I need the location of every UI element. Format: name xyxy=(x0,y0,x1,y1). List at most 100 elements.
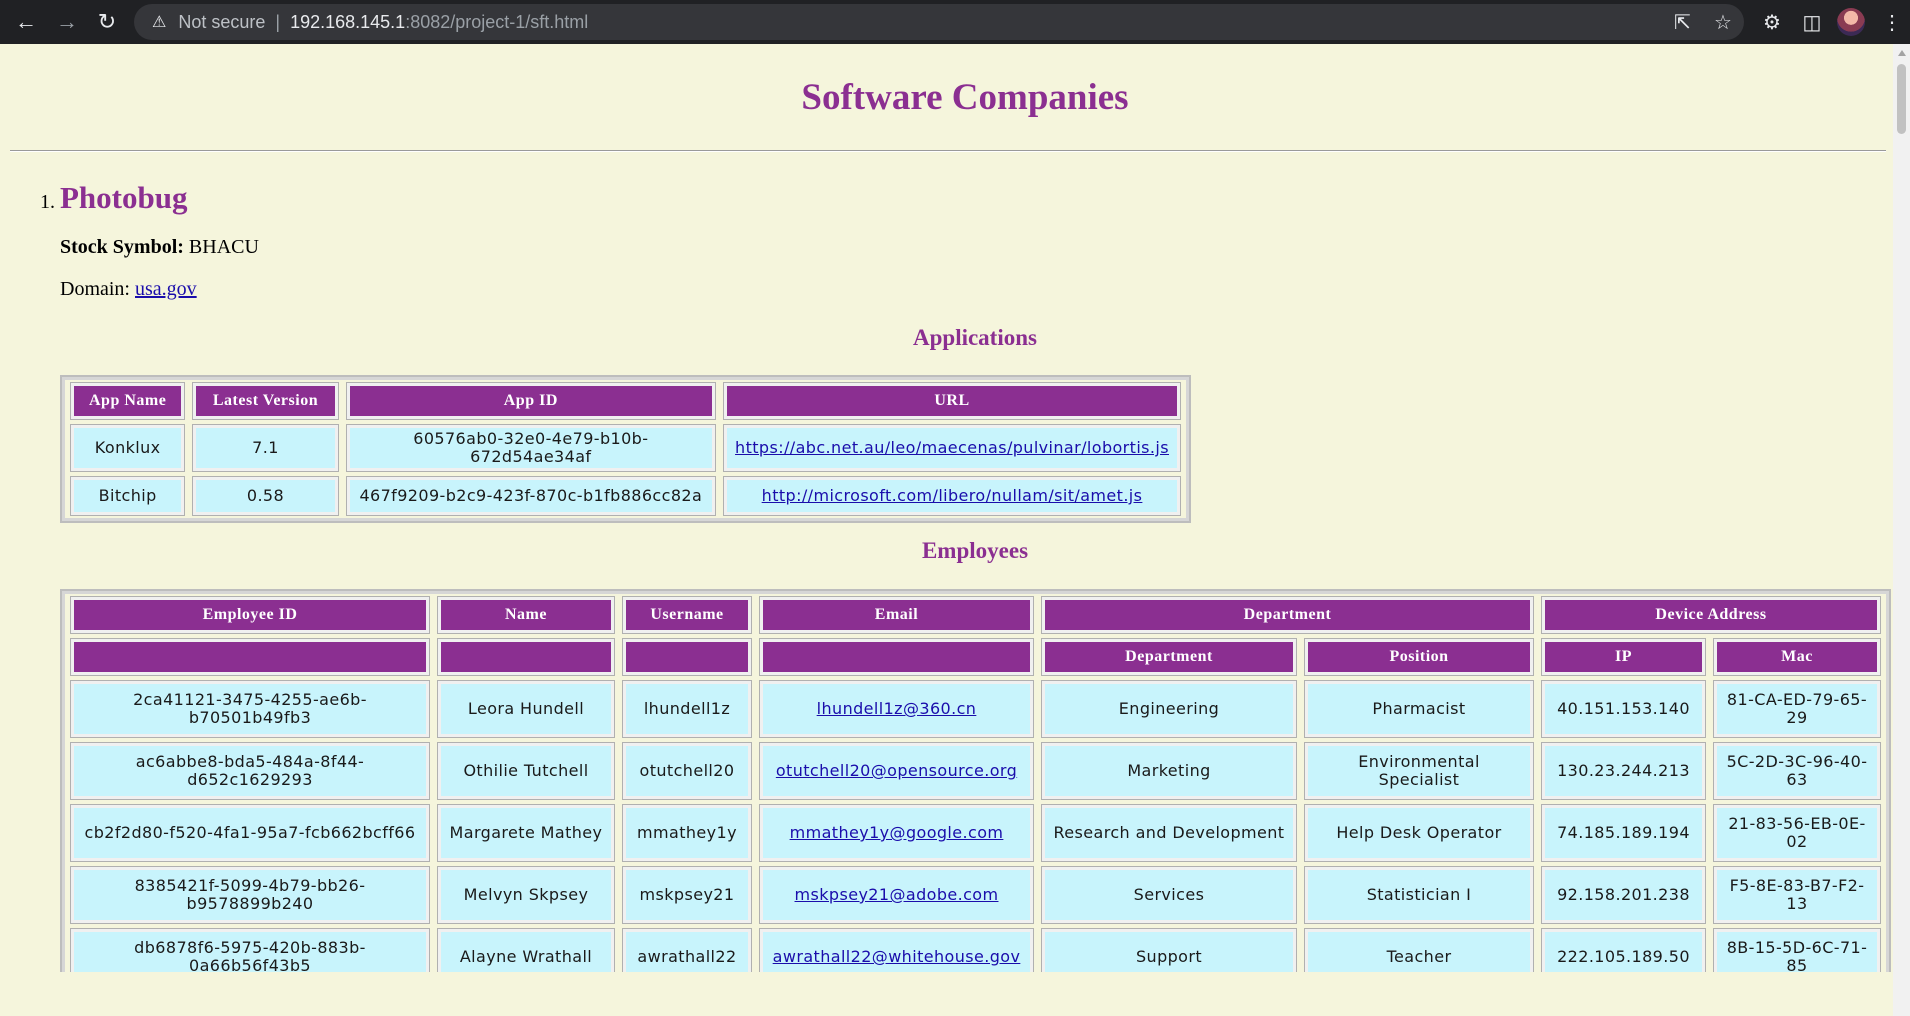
employee-email-cell: mmathey1y@google.com xyxy=(760,805,1033,861)
email-link[interactable]: mmathey1y@google.com xyxy=(790,823,1004,842)
subheader-empty xyxy=(623,639,751,675)
employees-subheader-row: Department Position IP Mac xyxy=(71,639,1880,675)
employee-name-cell: Margarete Mathey xyxy=(438,805,614,861)
table-row: cb2f2d80-f520-4fa1-95a7-fcb662bcff66 Mar… xyxy=(71,805,1880,861)
app-url-cell: https://abc.net.au/leo/maecenas/pulvinar… xyxy=(724,425,1180,471)
app-version-cell: 0.58 xyxy=(193,477,338,515)
col-header-latest-version: Latest Version xyxy=(193,383,338,419)
employee-mac-cell: 81-CA-ED-79-65-29 xyxy=(1714,681,1880,737)
employee-ip-cell: 222.105.189.50 xyxy=(1542,929,1705,972)
col-header-employee-id: Employee ID xyxy=(71,597,429,633)
applications-heading: Applications xyxy=(913,325,1037,350)
col-header-department-group: Department xyxy=(1042,597,1533,633)
company-domain: Domain: usa.gov xyxy=(60,278,197,301)
employee-email-cell: otutchell20@opensource.org xyxy=(760,743,1033,799)
app-id-cell: 60576ab0-32e0-4e79-b10b-672d54ae34af xyxy=(346,425,716,471)
employee-name-cell: Melvyn Skpsey xyxy=(438,867,614,923)
employee-position-cell: Pharmacist xyxy=(1305,681,1533,737)
email-link[interactable]: awrathall22@whitehouse.gov xyxy=(773,947,1021,966)
employees-header-row: Employee ID Name Username Email Departme… xyxy=(71,597,1880,633)
employee-mac-cell: 21-83-56-EB-0E-02 xyxy=(1714,805,1880,861)
employee-name-cell: Alayne Wrathall xyxy=(438,929,614,972)
table-row: Konklux 7.1 60576ab0-32e0-4e79-b10b-672d… xyxy=(71,425,1180,471)
applications-table: App Name Latest Version App ID URL Konkl… xyxy=(60,375,1191,523)
stock-symbol-label: Stock Symbol: xyxy=(60,236,184,258)
app-url-cell: http://microsoft.com/libero/nullam/sit/a… xyxy=(724,477,1180,515)
app-url-link[interactable]: https://abc.net.au/leo/maecenas/pulvinar… xyxy=(735,438,1169,457)
subheader-empty xyxy=(760,639,1033,675)
employee-mac-cell: 5C-2D-3C-96-40-63 xyxy=(1714,743,1880,799)
subheader-empty xyxy=(438,639,614,675)
subheader-empty xyxy=(71,639,429,675)
employee-mac-cell: F5-8E-83-B7-F2-13 xyxy=(1714,867,1880,923)
employee-position-cell: Help Desk Operator xyxy=(1305,805,1533,861)
employee-username-cell: awrathall22 xyxy=(623,929,751,972)
col-header-department: Department xyxy=(1042,639,1296,675)
employee-username-cell: lhundell1z xyxy=(623,681,751,737)
employees-table: Employee ID Name Username Email Departme… xyxy=(60,589,1891,972)
col-header-app-id: App ID xyxy=(346,383,716,419)
employee-id-cell: cb2f2d80-f520-4fa1-95a7-fcb662bcff66 xyxy=(71,805,429,861)
employee-position-cell: Teacher xyxy=(1305,929,1533,972)
email-link[interactable]: otutchell20@opensource.org xyxy=(776,761,1017,780)
company-name: Photobug xyxy=(60,180,188,215)
domain-link[interactable]: usa.gov xyxy=(135,278,197,300)
employee-department-cell: Research and Development xyxy=(1042,805,1296,861)
employee-position-cell: Environmental Specialist xyxy=(1305,743,1533,799)
employee-ip-cell: 40.151.153.140 xyxy=(1542,681,1705,737)
col-header-ip: IP xyxy=(1542,639,1705,675)
employee-name-cell: Othilie Tutchell xyxy=(438,743,614,799)
table-row: ac6abbe8-bda5-484a-8f44-d652c1629293 Oth… xyxy=(71,743,1880,799)
page-viewport: Software Companies 1. Photobug Stock Sym… xyxy=(0,0,1893,972)
horizontal-rule xyxy=(10,150,1886,152)
page-title: Software Companies xyxy=(801,77,1129,118)
employee-department-cell: Marketing xyxy=(1042,743,1296,799)
scrollbar-thumb[interactable] xyxy=(1897,64,1906,134)
stock-symbol-value: BHACU xyxy=(188,236,259,258)
col-header-email: Email xyxy=(760,597,1033,633)
table-row: 2ca41121-3475-4255-ae6b-b70501b49fb3 Leo… xyxy=(71,681,1880,737)
employee-department-cell: Support xyxy=(1042,929,1296,972)
col-header-position: Position xyxy=(1305,639,1533,675)
col-header-mac: Mac xyxy=(1714,639,1880,675)
col-header-username: Username xyxy=(623,597,751,633)
email-link[interactable]: mskpsey21@adobe.com xyxy=(795,885,999,904)
scroll-up-arrow-icon[interactable] xyxy=(1898,50,1906,56)
employee-username-cell: mmathey1y xyxy=(623,805,751,861)
employee-username-cell: mskpsey21 xyxy=(623,867,751,923)
employee-id-cell: 8385421f-5099-4b79-bb26-b9578899b240 xyxy=(71,867,429,923)
applications-header-row: App Name Latest Version App ID URL xyxy=(71,383,1180,419)
employee-department-cell: Services xyxy=(1042,867,1296,923)
employee-ip-cell: 92.158.201.238 xyxy=(1542,867,1705,923)
app-name-cell: Bitchip xyxy=(71,477,185,515)
employee-ip-cell: 74.185.189.194 xyxy=(1542,805,1705,861)
stock-symbol: Stock Symbol: BHACU xyxy=(60,236,259,259)
employee-email-cell: awrathall22@whitehouse.gov xyxy=(760,929,1033,972)
app-id-cell: 467f9209-b2c9-423f-870c-b1fb886cc82a xyxy=(346,477,716,515)
employees-heading: Employees xyxy=(921,538,1029,563)
app-name-cell: Konklux xyxy=(71,425,185,471)
table-row: db6878f6-5975-420b-883b-0a66b56f43b5 Ala… xyxy=(71,929,1880,972)
list-number: 1. xyxy=(40,191,55,213)
table-row: Bitchip 0.58 467f9209-b2c9-423f-870c-b1f… xyxy=(71,477,1180,515)
employee-ip-cell: 130.23.244.213 xyxy=(1542,743,1705,799)
col-header-url: URL xyxy=(724,383,1180,419)
employee-mac-cell: 8B-15-5D-6C-71-85 xyxy=(1714,929,1880,972)
domain-label: Domain: xyxy=(60,278,130,300)
employee-email-cell: lhundell1z@360.cn xyxy=(760,681,1033,737)
vertical-scrollbar[interactable] xyxy=(1893,44,1910,1016)
app-version-cell: 7.1 xyxy=(193,425,338,471)
employee-id-cell: ac6abbe8-bda5-484a-8f44-d652c1629293 xyxy=(71,743,429,799)
email-link[interactable]: lhundell1z@360.cn xyxy=(817,699,977,718)
employee-username-cell: otutchell20 xyxy=(623,743,751,799)
table-row: 8385421f-5099-4b79-bb26-b9578899b240 Mel… xyxy=(71,867,1880,923)
employee-department-cell: Engineering xyxy=(1042,681,1296,737)
employee-email-cell: mskpsey21@adobe.com xyxy=(760,867,1033,923)
col-header-device-address: Device Address xyxy=(1542,597,1880,633)
app-url-link[interactable]: http://microsoft.com/libero/nullam/sit/a… xyxy=(762,486,1143,505)
col-header-app-name: App Name xyxy=(71,383,185,419)
employee-name-cell: Leora Hundell xyxy=(438,681,614,737)
employee-id-cell: 2ca41121-3475-4255-ae6b-b70501b49fb3 xyxy=(71,681,429,737)
employee-id-cell: db6878f6-5975-420b-883b-0a66b56f43b5 xyxy=(71,929,429,972)
employee-position-cell: Statistician I xyxy=(1305,867,1533,923)
